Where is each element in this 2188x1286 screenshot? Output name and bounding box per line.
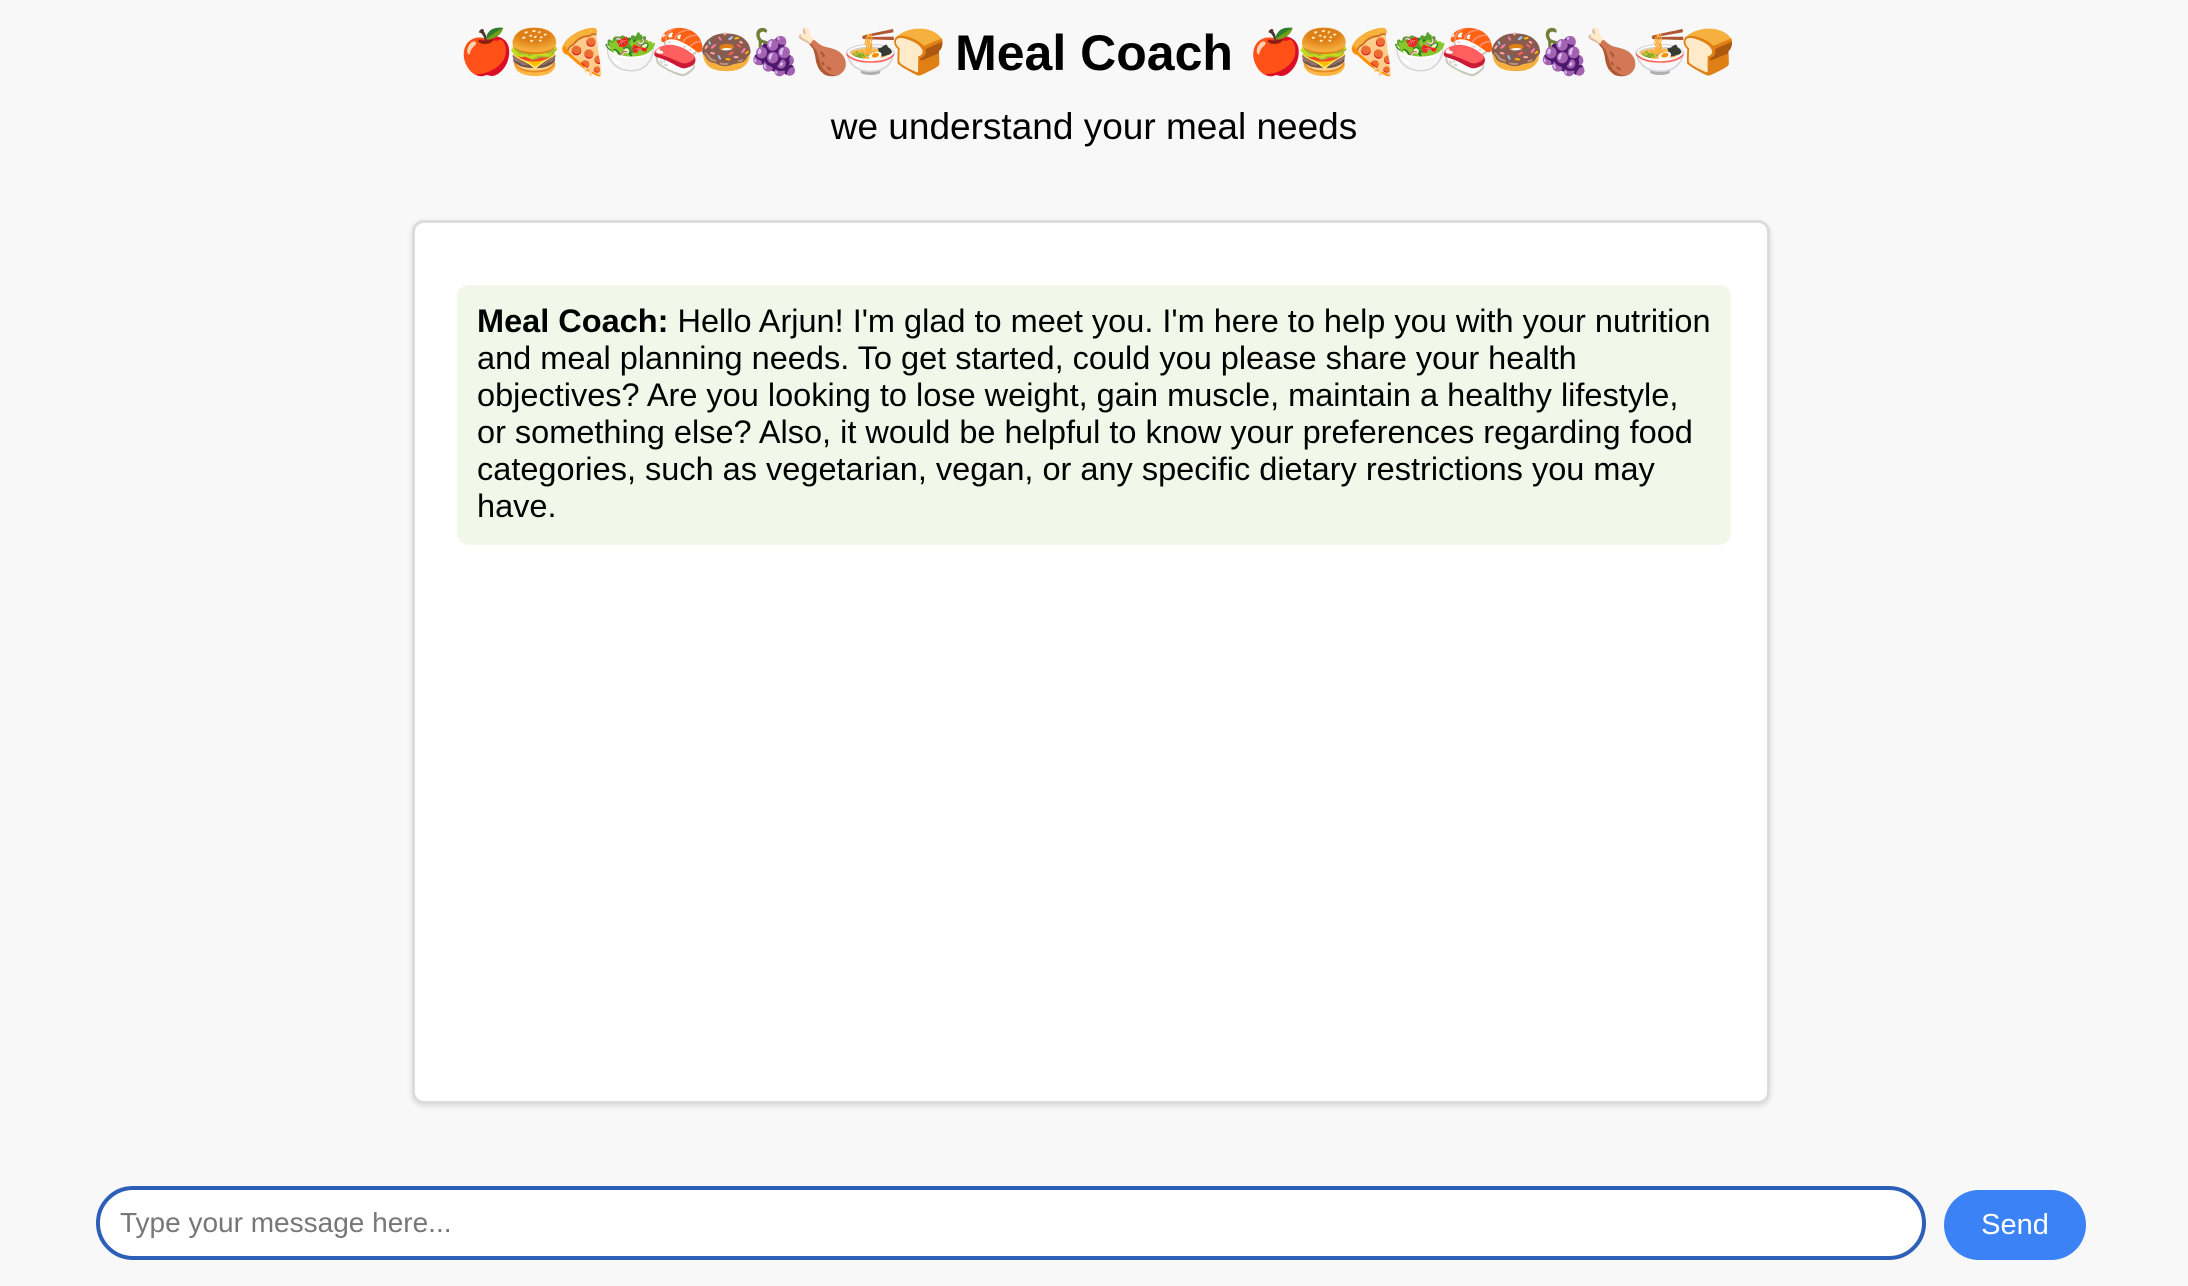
pizza-icon: 🍕 — [555, 28, 610, 77]
donut-icon: 🍩 — [1488, 28, 1544, 77]
title-row: 🍎 🍔 🍕 🥗 🍣 🍩 🍇 🍗 🍜 🍞 Meal Coach 🍎 🍔 🍕 🥗 🍣… — [0, 18, 2188, 88]
grapes-icon: 🍇 — [747, 28, 802, 77]
bread-icon: 🍞 — [1680, 28, 1736, 77]
pizza-icon: 🍕 — [1344, 28, 1400, 77]
meal-coach-page: 🍎 🍔 🍕 🥗 🍣 🍩 🍇 🍗 🍜 🍞 Meal Coach 🍎 🍔 🍕 🥗 🍣… — [0, 0, 2188, 1286]
drumstick-icon: 🍗 — [795, 28, 850, 77]
send-button[interactable]: Send — [1944, 1190, 2086, 1260]
burger-icon: 🍔 — [1296, 28, 1352, 77]
bread-icon: 🍞 — [891, 28, 946, 77]
chat-message-bot: Meal Coach: Hello Arjun! I'm glad to mee… — [457, 285, 1731, 545]
grapes-icon: 🍇 — [1536, 28, 1592, 77]
page-subtitle: we understand your meal needs — [830, 106, 1358, 147]
salad-icon: 🥗 — [1392, 28, 1448, 77]
message-input[interactable] — [96, 1186, 1926, 1260]
sushi-icon: 🍣 — [651, 28, 706, 77]
salad-icon: 🥗 — [603, 28, 658, 77]
header: 🍎 🍔 🍕 🥗 🍣 🍩 🍇 🍗 🍜 🍞 Meal Coach 🍎 🍔 🍕 🥗 🍣… — [0, 18, 2188, 145]
burger-icon: 🍔 — [507, 28, 562, 77]
food-emoji-strip-right: 🍎 🍔 🍕 🥗 🍣 🍩 🍇 🍗 🍜 🍞 — [1248, 28, 1736, 77]
donut-icon: 🍩 — [699, 28, 754, 77]
sushi-icon: 🍣 — [1440, 28, 1496, 77]
food-emoji-strip-left: 🍎 🍔 🍕 🥗 🍣 🍩 🍇 🍗 🍜 🍞 — [459, 28, 946, 77]
apple-icon: 🍎 — [459, 28, 514, 77]
apple-icon: 🍎 — [1248, 28, 1304, 77]
message-sender: Meal Coach: — [477, 303, 669, 339]
drumstick-icon: 🍗 — [1584, 28, 1640, 77]
page-title: Meal Coach — [955, 25, 1233, 81]
chat-window[interactable]: Meal Coach: Hello Arjun! I'm glad to mee… — [412, 220, 1770, 1104]
noodles-icon: 🍜 — [1632, 28, 1688, 77]
noodles-icon: 🍜 — [843, 28, 898, 77]
